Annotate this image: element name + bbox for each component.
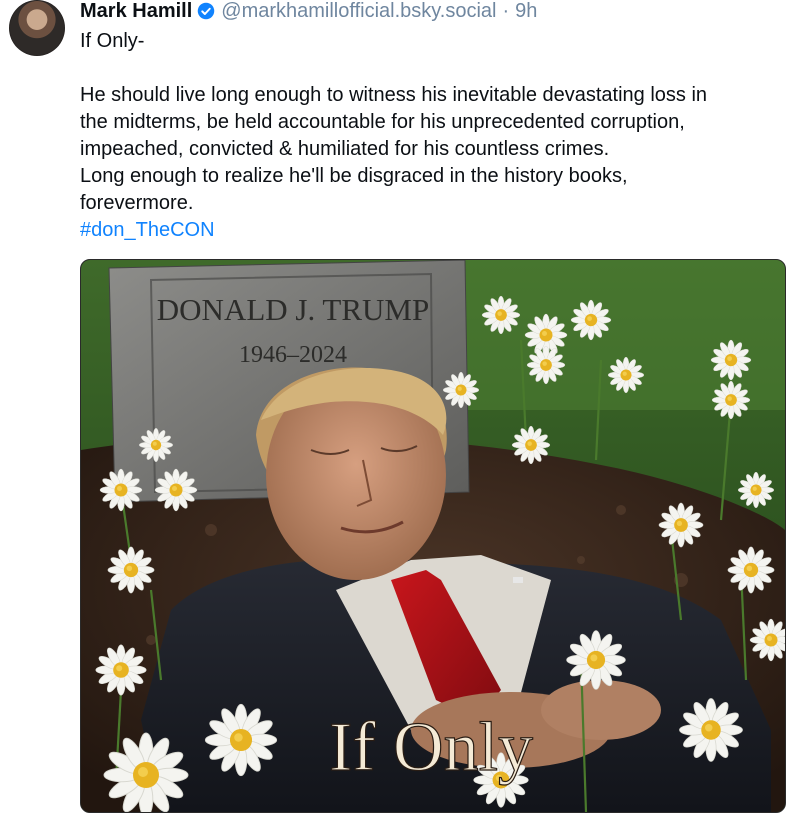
post-image[interactable]: DONALD J. TRUMP 1946–2024 If Only xyxy=(80,259,786,813)
post-text-line: impeached, convicted & humiliated for hi… xyxy=(80,138,610,160)
post-image-artwork: DONALD J. TRUMP 1946–2024 If Only xyxy=(81,260,785,812)
verified-badge-icon xyxy=(198,2,215,20)
post-text-line: the midterms, be held accountable for hi… xyxy=(80,111,685,133)
post-text-line: He should live long enough to witness hi… xyxy=(80,84,708,106)
image-caption: If Only xyxy=(329,709,533,786)
author-avatar[interactable] xyxy=(9,0,65,56)
author-handle[interactable]: @markhamillofficial.bsky.social xyxy=(221,0,496,23)
post-header: Mark Hamill @markhamillofficial.bsky.soc… xyxy=(80,0,537,24)
flag-pin xyxy=(513,577,523,583)
hashtag-link[interactable]: #don_TheCON xyxy=(80,217,780,244)
post-timestamp[interactable]: 9h xyxy=(515,0,537,23)
post-text-line: Long enough to realize he'll be disgrace… xyxy=(80,165,628,187)
author-display-name[interactable]: Mark Hamill xyxy=(80,0,192,23)
separator-dot: · xyxy=(502,0,510,22)
post: Mark Hamill @markhamillofficial.bsky.soc… xyxy=(0,0,800,813)
post-text: If Only- He should live long enough to w… xyxy=(80,28,780,244)
headstone-dates: 1946–2024 xyxy=(239,342,347,368)
post-text-line: forevermore. xyxy=(80,192,194,214)
headstone-name: DONALD J. TRUMP xyxy=(157,292,429,327)
post-text-line: If Only- xyxy=(80,30,145,52)
